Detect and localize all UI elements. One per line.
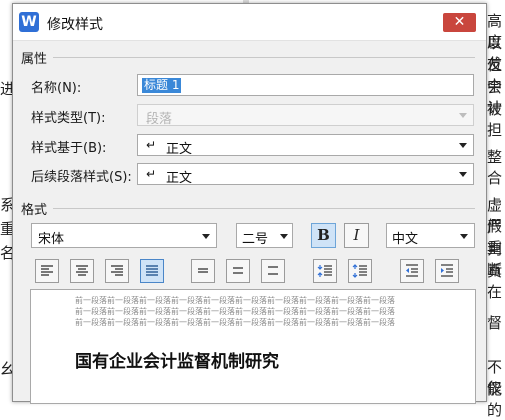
increase-indent-icon — [441, 264, 453, 277]
following-style-label: 后续段落样式(S): — [31, 170, 132, 185]
language-value: 中文 — [392, 232, 419, 247]
format-section-title: 格式 — [21, 203, 48, 218]
font-size-value: 二号 — [242, 232, 269, 247]
preview-previous-paragraph: 前一段落前一段落前一段落前一段落前一段落前一段落前一段落前一段落前一段落前一段落 — [75, 296, 395, 305]
chevron-down-icon — [459, 113, 467, 118]
increase-paragraph-spacing-button[interactable] — [348, 259, 372, 283]
background-text: 督 — [487, 314, 503, 332]
preview-sample-text: 国有企业会计监督机制研究 — [75, 352, 279, 372]
double-spacing-icon — [268, 266, 278, 275]
align-center-icon — [76, 265, 88, 276]
background-text: 能的 — [487, 380, 503, 419]
paragraph-mark-icon: ↵ — [146, 138, 157, 152]
dialog-title: 修改样式 — [47, 17, 103, 33]
style-type-dropdown[interactable]: 段落 — [137, 104, 474, 127]
align-left-icon — [41, 265, 53, 276]
one-half-spacing-button[interactable] — [226, 259, 250, 283]
properties-divider — [53, 57, 475, 58]
preview-previous-paragraph: 前一段落前一段落前一段落前一段落前一段落前一段落前一段落前一段落前一段落前一段落 — [75, 318, 395, 327]
align-justify-icon — [146, 265, 158, 276]
background-text: 被担 — [487, 100, 503, 139]
one-half-spacing-icon — [233, 267, 243, 274]
italic-button[interactable]: I — [344, 223, 369, 248]
chevron-down-icon — [460, 234, 468, 239]
chevron-down-icon — [202, 234, 210, 239]
align-center-button[interactable] — [70, 259, 94, 283]
align-right-icon — [111, 265, 123, 276]
decrease-paragraph-spacing-button[interactable] — [313, 259, 337, 283]
modify-style-dialog: W 修改样式 ✕ 属性 名称(N): 标题 1 样式类型(T): 段落 样式基于… — [12, 3, 487, 404]
following-style-dropdown[interactable]: ↵ 正文 — [137, 163, 474, 186]
properties-section-title: 属性 — [21, 52, 48, 67]
decrease-indent-icon — [406, 264, 418, 277]
name-input[interactable]: 标题 1 — [137, 74, 474, 96]
font-dropdown[interactable]: 宋体 — [31, 223, 217, 248]
format-divider — [53, 208, 475, 209]
align-left-button[interactable] — [35, 259, 59, 283]
style-type-label: 样式类型(T): — [31, 111, 106, 126]
preview-previous-paragraph: 前一段落前一段落前一段落前一段落前一段落前一段落前一段落前一段落前一段落前一段落 — [75, 307, 395, 316]
increase-indent-button[interactable] — [435, 259, 459, 283]
chevron-down-icon — [459, 172, 467, 177]
double-spacing-button[interactable] — [261, 259, 285, 283]
close-button[interactable]: ✕ — [443, 13, 476, 32]
name-value: 标题 1 — [142, 78, 182, 93]
font-size-dropdown[interactable]: 二号 — [236, 223, 293, 248]
paragraph-spacing-increase-icon — [352, 264, 367, 278]
chevron-down-icon — [280, 234, 288, 239]
font-value: 宋体 — [38, 232, 65, 247]
chevron-down-icon — [459, 143, 467, 148]
based-on-value: 正文 — [166, 142, 193, 157]
name-label: 名称(N): — [31, 81, 82, 96]
align-right-button[interactable] — [105, 259, 129, 283]
wps-writer-icon: W — [19, 12, 39, 32]
decrease-indent-button[interactable] — [400, 259, 424, 283]
single-spacing-button[interactable] — [191, 259, 215, 283]
background-text: 真在 — [487, 262, 503, 301]
paragraph-mark-icon: ↵ — [146, 167, 157, 181]
background-text: 整合 — [487, 148, 503, 187]
paragraph-spacing-decrease-icon — [317, 265, 332, 277]
dialog-titlebar[interactable]: W 修改样式 ✕ — [13, 4, 486, 41]
style-type-value: 段落 — [146, 112, 173, 127]
based-on-label: 样式基于(B): — [31, 141, 107, 156]
following-style-value: 正文 — [166, 171, 193, 186]
style-preview: 前一段落前一段落前一段落前一段落前一段落前一段落前一段落前一段落前一段落前一段落… — [30, 289, 476, 404]
based-on-dropdown[interactable]: ↵ 正文 — [137, 134, 474, 157]
language-dropdown[interactable]: 中文 — [386, 223, 475, 248]
single-spacing-icon — [198, 268, 208, 273]
bold-button[interactable]: B — [311, 223, 336, 248]
align-justify-button[interactable] — [140, 259, 164, 283]
